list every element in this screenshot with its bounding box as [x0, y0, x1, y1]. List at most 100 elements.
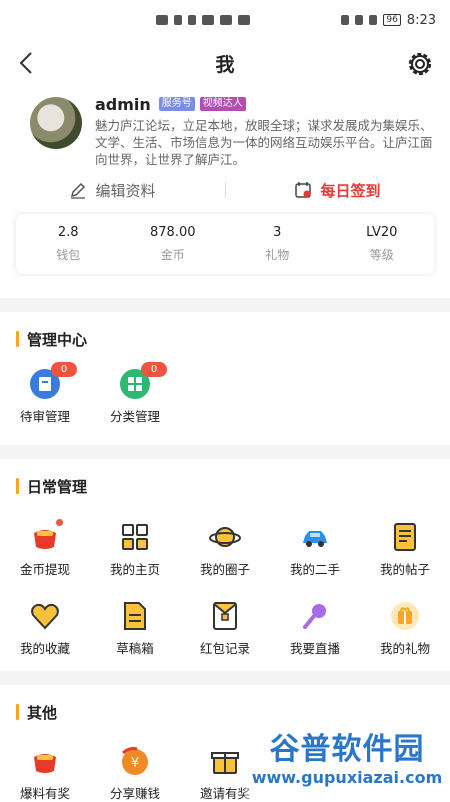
section-divider	[0, 298, 450, 312]
section-accent-bar	[16, 478, 19, 494]
back-arrow-icon[interactable]	[14, 50, 40, 76]
notification-dot	[56, 519, 63, 526]
my-gifts-item[interactable]: 我的礼物	[360, 600, 450, 657]
bluetooth-icon	[369, 15, 378, 25]
edit-profile-button[interactable]: 编辑资料	[0, 180, 225, 201]
stat-value: 3	[273, 225, 282, 240]
wifi-icon	[202, 15, 214, 25]
stat-coins[interactable]: 878.00 金币	[121, 225, 226, 263]
item-label: 红包记录	[199, 641, 250, 656]
item-label: 我的圈子	[199, 562, 250, 577]
post-icon	[389, 521, 421, 553]
stat-level[interactable]: LV20 等级	[330, 225, 435, 263]
category-icon: 0	[119, 362, 167, 400]
edit-profile-label: 编辑资料	[95, 181, 156, 200]
service-tag: 服务号	[158, 97, 195, 111]
stats-card: 2.8 钱包 878.00 金币 3 礼物 LV20 等级	[16, 214, 434, 274]
section-divider	[0, 671, 450, 685]
grid-home-icon	[119, 521, 151, 553]
app-notification-icon	[220, 15, 232, 25]
category-management-item[interactable]: 0 分类管理	[90, 362, 180, 425]
stat-value: LV20	[366, 225, 398, 240]
stat-label: 礼物	[265, 248, 290, 262]
item-label: 我要直播	[289, 641, 340, 656]
svg-text:¥: ¥	[131, 756, 139, 771]
my-favorites-item[interactable]: 我的收藏	[0, 600, 90, 657]
gear-icon[interactable]	[404, 48, 436, 80]
gift-icon	[389, 600, 421, 632]
clock: 8:23	[406, 12, 436, 28]
draft-icon	[119, 600, 151, 632]
stat-gifts[interactable]: 3 礼物	[225, 225, 330, 263]
item-label: 我的礼物	[379, 641, 430, 656]
stat-value: 878.00	[150, 225, 196, 240]
item-label: 我的主页	[109, 562, 160, 577]
item-label: 爆料有奖	[19, 786, 70, 801]
stat-wallet[interactable]: 2.8 钱包	[16, 225, 121, 263]
stat-label: 金币	[160, 248, 185, 262]
signal-icon	[174, 15, 182, 25]
nfc-icon	[341, 15, 350, 25]
item-label: 金币提现	[19, 562, 70, 577]
section-title: 管理中心	[27, 330, 88, 349]
page-title: 我	[215, 53, 235, 76]
watermark-logo: 谷普软件园 www.gupuxiazai.com	[244, 720, 450, 800]
stat-value: 2.8	[57, 225, 79, 240]
share-earn-item[interactable]: ¥ 分享赚钱	[90, 745, 180, 802]
red-envelope-record-item[interactable]: 红包记录	[180, 600, 270, 657]
pencil-icon	[71, 182, 86, 199]
tip-reward-icon	[29, 745, 61, 777]
profile-card[interactable]: admin 服务号 视频达人 魅力庐江论坛，立足本地，放眼全球；谋求发展成为集娱…	[0, 86, 450, 172]
microphone-icon	[299, 600, 331, 632]
review-management-item[interactable]: 0 待审管理	[0, 362, 90, 425]
drafts-item[interactable]: 草稿箱	[90, 600, 180, 657]
avatar[interactable]	[30, 97, 82, 149]
my-posts-item[interactable]: 我的帖子	[360, 521, 450, 578]
section-accent-bar	[16, 331, 19, 347]
section-title: 日常管理	[27, 477, 88, 496]
stat-label: 等级	[369, 248, 394, 262]
my-secondhand-item[interactable]: 我的二手	[270, 521, 360, 578]
item-label: 我的收藏	[19, 641, 70, 656]
battery-icon: 96	[383, 14, 401, 26]
divider	[225, 182, 226, 198]
count-badge: 0	[51, 362, 77, 377]
item-label: 分类管理	[109, 409, 160, 424]
status-bar: 96 8:23	[0, 0, 450, 40]
invite-gift-icon	[209, 745, 241, 777]
calendar-icon	[295, 182, 312, 198]
planet-icon	[209, 521, 241, 553]
section-divider	[0, 445, 450, 459]
manage-section: 管理中心 0 待审管理 0 分类管理	[0, 312, 450, 425]
daily-checkin-label: 每日签到	[320, 181, 381, 200]
signal-icon	[188, 15, 196, 25]
username: admin	[95, 94, 151, 114]
heart-icon	[29, 600, 61, 632]
coin-withdraw-icon	[29, 519, 63, 553]
my-circle-item[interactable]: 我的圈子	[180, 521, 270, 578]
share-earn-icon: ¥	[119, 745, 151, 777]
tip-reward-item[interactable]: 爆料有奖	[0, 745, 90, 802]
car-icon	[299, 521, 331, 553]
item-label: 分享赚钱	[109, 786, 160, 801]
stat-label: 钱包	[56, 248, 81, 262]
coin-withdraw-item[interactable]: 金币提现	[0, 519, 90, 578]
section-title: 其他	[27, 703, 58, 722]
go-live-item[interactable]: 我要直播	[270, 600, 360, 657]
review-icon: 0	[29, 362, 77, 400]
section-accent-bar	[16, 704, 19, 720]
red-envelope-icon	[209, 600, 241, 632]
item-label: 我的帖子	[379, 562, 430, 577]
item-label: 邀请有奖	[199, 786, 250, 801]
nav-bar: 我	[0, 40, 450, 86]
my-homepage-item[interactable]: 我的主页	[90, 521, 180, 578]
profile-description: 魅力庐江论坛，立足本地，放眼全球；谋求发展成为集娱乐、文学、生活、市场信息为一体…	[95, 118, 433, 167]
video-expert-tag: 视频达人	[199, 97, 246, 111]
item-label: 待审管理	[19, 409, 70, 424]
daily-section: 日常管理 金币提现 我的主页 我的圈子 我的二手 我的帖子 我的收藏 草稿箱 红…	[0, 459, 450, 657]
daily-checkin-button[interactable]: 每日签到	[225, 180, 450, 201]
item-label: 我的二手	[289, 562, 340, 577]
chat-icon	[238, 15, 250, 25]
hd-signal-icon	[156, 15, 168, 25]
watermark-title: 谷普软件园	[269, 732, 425, 767]
